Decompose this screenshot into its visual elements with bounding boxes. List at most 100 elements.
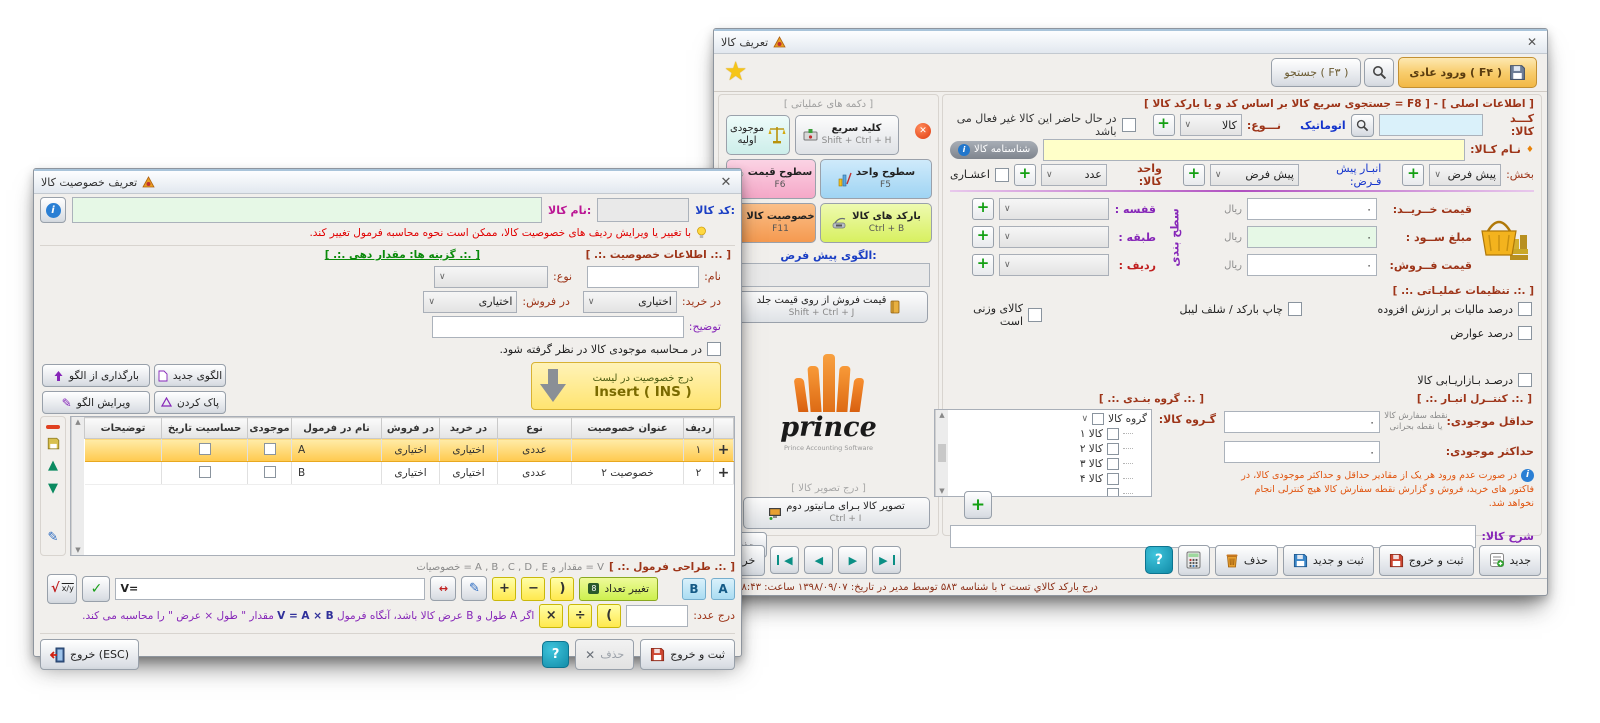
- options-header[interactable]: [ .:. گزینه ها: مقدار دهی .:. ]: [325, 249, 480, 261]
- dept-select[interactable]: پیش فرض∨: [1429, 164, 1501, 186]
- store-select[interactable]: پیش فرض∨: [1210, 164, 1299, 186]
- normal-entry-button[interactable]: ورود عادی ( F۴ ): [1398, 57, 1537, 88]
- buy-price-input[interactable]: ۰: [1247, 198, 1377, 220]
- clear-template-button[interactable]: پاک کردن: [154, 391, 226, 414]
- apply-formula-icon[interactable]: ✓: [82, 576, 110, 602]
- first-record-button[interactable]: ◀: [770, 546, 799, 574]
- sqrt-icon[interactable]: √x/y: [47, 574, 77, 604]
- remove-row-icon[interactable]: [46, 425, 60, 429]
- product-name-input[interactable]: [72, 197, 542, 223]
- unit-select[interactable]: عدد∨: [1041, 164, 1107, 186]
- close-icon[interactable]: ✕: [1524, 35, 1540, 49]
- last-record-button[interactable]: ▶: [872, 546, 901, 574]
- insert-property-button[interactable]: درج خصوصیت در لیست Insert ( INS ): [531, 362, 721, 410]
- properties-grid[interactable]: ▲▼ ردیفعنوان خصوصیتنوع در خریددر فروشنام…: [70, 416, 735, 556]
- search-icon[interactable]: [1364, 58, 1394, 87]
- close-icon[interactable]: ✕: [718, 175, 734, 190]
- marketing-checkbox-item[interactable]: درصـد بـازاریـابی کالا: [1417, 373, 1532, 387]
- rparen-key[interactable]: ): [597, 604, 621, 628]
- pname-input[interactable]: [587, 266, 699, 288]
- formula-input[interactable]: V=: [115, 578, 425, 600]
- calculator-icon[interactable]: [1178, 545, 1210, 576]
- move-up-icon[interactable]: ▲: [48, 458, 58, 473]
- property-a-badge[interactable]: A: [711, 578, 735, 600]
- exit-button[interactable]: خروج (ESC): [40, 639, 139, 670]
- new-button[interactable]: جدید: [1479, 545, 1541, 576]
- plus-key[interactable]: +: [492, 577, 516, 601]
- add-row-button[interactable]: +: [972, 254, 994, 276]
- backspace-icon[interactable]: ↔: [430, 576, 456, 601]
- tree-item[interactable]: کالا ۲: [952, 441, 1133, 456]
- tree-root[interactable]: گروه کالا∨: [952, 411, 1147, 426]
- second-monitor-image-button[interactable]: تصویر کالا بـرای مـانیتور دومCtrl + I: [743, 497, 930, 529]
- save-and-new-button[interactable]: ثبت و جدید: [1283, 545, 1374, 576]
- tree-item[interactable]: کالا ۴: [952, 471, 1133, 486]
- profit-input[interactable]: ۰: [1247, 226, 1377, 248]
- multiply-key[interactable]: ×: [539, 604, 563, 628]
- edit-template-button[interactable]: ویرایش الگو ✎: [42, 391, 150, 414]
- save-and-exit-button[interactable]: ثبت و خروج: [1379, 545, 1474, 576]
- ptype-select[interactable]: ∨: [434, 266, 548, 288]
- tree-scrollbar[interactable]: ▲▼: [935, 410, 948, 496]
- id-card-button[interactable]: i شناسنامه کالا: [950, 141, 1038, 159]
- in-buy-select[interactable]: اختیاری∨: [583, 291, 677, 313]
- new-template-button[interactable]: الگوی جدید: [154, 364, 226, 387]
- change-count-button[interactable]: تغییر تعداد 8: [579, 577, 658, 601]
- stock-calc-checkbox[interactable]: [707, 342, 721, 356]
- table-row[interactable]: + ۲ خصوصیت ۲ عددی اختیاری اختیاری B: [85, 462, 734, 485]
- add-unit-button[interactable]: +: [1014, 164, 1036, 186]
- default-template-field[interactable]: [727, 263, 930, 287]
- help-icon[interactable]: ?: [542, 641, 569, 668]
- info-button[interactable]: i: [40, 197, 66, 223]
- group-tree[interactable]: ▲▼ گروه کالا∨ کالا ۱ کالا ۲ کالا ۳ کالا …: [934, 409, 1152, 497]
- add-dept-button[interactable]: +: [1402, 164, 1424, 186]
- shelf-select[interactable]: ∨: [999, 198, 1109, 220]
- sell-price-input[interactable]: ۰: [1247, 254, 1377, 276]
- save-row-icon[interactable]: [47, 437, 60, 450]
- tree-item[interactable]: کالا ۳: [952, 456, 1133, 471]
- edit-formula-icon[interactable]: ✎: [461, 576, 487, 601]
- tier-select[interactable]: ∨: [999, 226, 1109, 248]
- add-store-button[interactable]: +: [1183, 164, 1205, 186]
- collapse-panel-icon[interactable]: ✕: [915, 123, 931, 139]
- quick-key-button[interactable]: کلید سریعShift + Ctrl + H: [795, 115, 899, 155]
- product-barcodes-button[interactable]: بارکد های کالاCtrl + B: [820, 203, 932, 243]
- table-row-selected[interactable]: + ۱ عددی اختیاری اختیاری A: [85, 439, 734, 462]
- duty-checkbox-item[interactable]: درصد عوارض: [1450, 326, 1532, 340]
- min-stock-input[interactable]: ۰: [1224, 411, 1380, 433]
- minus-key[interactable]: −: [521, 577, 545, 601]
- name-input[interactable]: [1043, 139, 1465, 161]
- initial-stock-button[interactable]: موجودی اولیه: [726, 115, 790, 155]
- insert-number-input[interactable]: [626, 605, 688, 627]
- prev-record-button[interactable]: ◀: [804, 546, 833, 574]
- pdesc-input[interactable]: [432, 316, 684, 338]
- inactive-checkbox[interactable]: [1122, 118, 1136, 132]
- lparen-key[interactable]: (: [550, 577, 574, 601]
- search-button[interactable]: جستجو ( F۳ ): [1271, 58, 1361, 87]
- type-select[interactable]: کالا∨: [1180, 114, 1242, 136]
- next-record-button[interactable]: ▶: [838, 546, 867, 574]
- add-type-button[interactable]: +: [1153, 114, 1175, 136]
- titlebar[interactable]: تعریف کالا ✕: [714, 29, 1547, 54]
- max-stock-input[interactable]: ۰: [1224, 441, 1380, 463]
- code-input[interactable]: [1379, 114, 1483, 136]
- cover-price-button[interactable]: قیمت فروش از روی قیمت جلدShift + Ctrl + …: [729, 291, 928, 323]
- divide-key[interactable]: ÷: [568, 604, 592, 628]
- row-select[interactable]: ∨: [999, 254, 1109, 276]
- automatic-link[interactable]: اتوماتیک: [1300, 119, 1346, 132]
- in-sell-select[interactable]: اختیاری∨: [423, 291, 517, 313]
- product-code-input[interactable]: [597, 198, 689, 222]
- help-icon[interactable]: ?: [1145, 546, 1173, 574]
- add-group-button[interactable]: +: [964, 491, 992, 519]
- unit-levels-button[interactable]: سطوح واحدF5: [820, 159, 932, 199]
- titlebar[interactable]: تعریف خصوصیت کالا ✕: [34, 169, 741, 194]
- tree-item[interactable]: کالا ۱: [952, 426, 1133, 441]
- move-down-icon[interactable]: ▼: [48, 481, 58, 496]
- add-shelf-button[interactable]: +: [972, 198, 994, 220]
- grid-scrollbar[interactable]: ▲▼: [71, 417, 84, 555]
- label-print-checkbox-item[interactable]: چاپ بارکد / شلف لیبل: [1179, 302, 1302, 316]
- save-and-exit-button[interactable]: ثبت و خروج: [640, 639, 735, 670]
- add-tier-button[interactable]: +: [972, 226, 994, 248]
- vat-checkbox-item[interactable]: درصد مالیات بر ارزش افزوده: [1377, 302, 1532, 316]
- load-template-button[interactable]: بارگذاری از الگو: [42, 364, 150, 387]
